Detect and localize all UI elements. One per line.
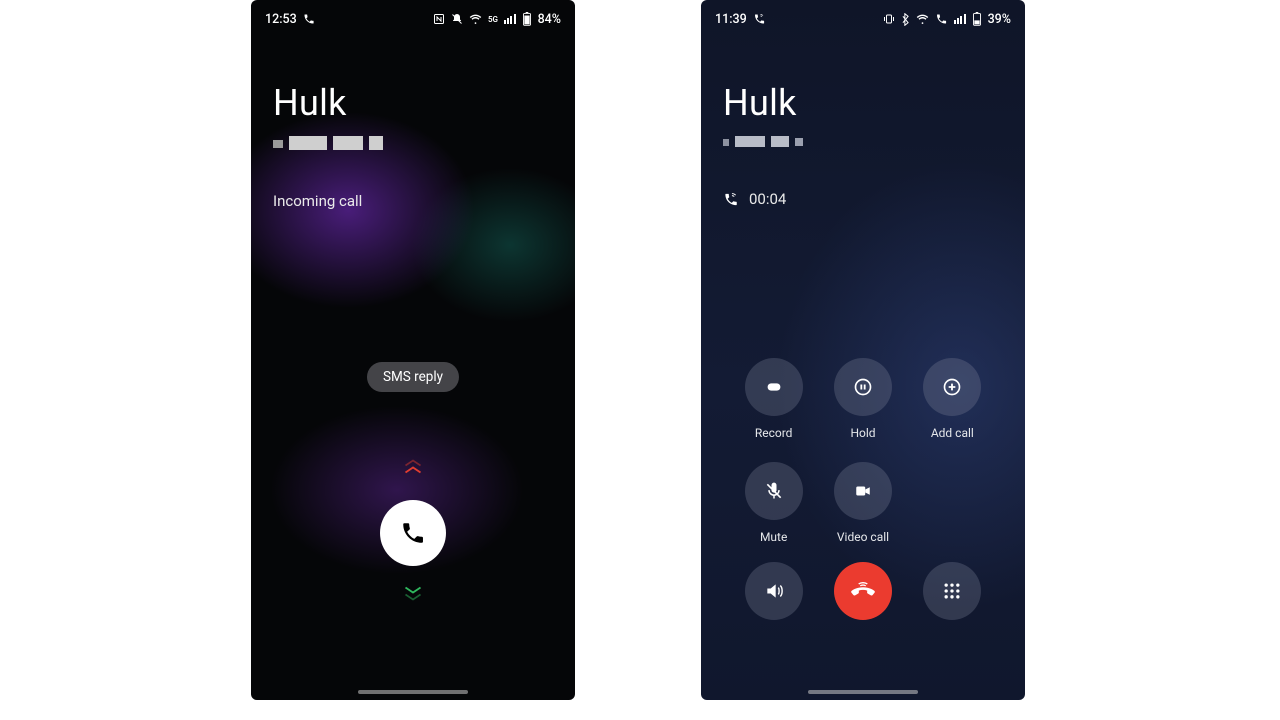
caller-name: Hulk	[723, 82, 803, 124]
wifi-calling-icon	[753, 13, 766, 25]
answer-call-button[interactable]	[380, 500, 446, 566]
caller-number-redacted	[723, 136, 803, 147]
call-duration: 00:04	[749, 190, 786, 208]
record-button[interactable]: Record	[745, 358, 803, 440]
signal-icon	[954, 14, 966, 24]
add-call-button[interactable]: Add call	[923, 358, 981, 440]
mute-button[interactable]: Mute	[745, 462, 803, 544]
gesture-bar[interactable]	[808, 690, 918, 694]
keypad-button[interactable]	[923, 562, 981, 620]
video-icon	[852, 482, 874, 500]
caller-number-redacted	[273, 136, 383, 150]
battery-percentage: 39%	[988, 12, 1011, 27]
status-time: 11:39	[715, 12, 747, 27]
swipe-down-indicator	[402, 585, 424, 602]
mute-notifications-icon	[451, 13, 463, 25]
end-call-button[interactable]	[834, 562, 892, 620]
bluetooth-icon	[901, 13, 910, 26]
network-label: 5G	[488, 15, 498, 24]
status-bar: 12:53 5G 84%	[251, 0, 575, 32]
mute-label: Mute	[760, 530, 787, 544]
call-duration-line: 00:04	[723, 190, 786, 208]
phone-icon	[400, 520, 426, 546]
record-label: Record	[755, 426, 793, 440]
add-call-label: Add call	[931, 426, 974, 440]
battery-icon	[972, 12, 982, 26]
caller-name: Hulk	[273, 82, 383, 124]
volte-icon	[935, 13, 948, 25]
wifi-calling-icon	[723, 192, 739, 207]
sms-reply-button[interactable]: SMS reply	[367, 362, 459, 392]
status-time: 12:53	[265, 12, 297, 27]
speaker-button[interactable]	[745, 562, 803, 620]
swipe-up-indicator	[402, 458, 424, 475]
battery-percentage: 84%	[538, 12, 561, 27]
wifi-icon	[469, 13, 482, 25]
speaker-icon	[763, 581, 785, 601]
nfc-icon	[433, 13, 445, 25]
vibrate-icon	[883, 13, 895, 25]
phone-screen-incoming-call: 12:53 5G 84% Hulk	[251, 0, 575, 700]
mic-off-icon	[764, 480, 784, 502]
phone-screen-active-call: 11:39 39% Hulk	[701, 0, 1025, 700]
status-bar: 11:39 39%	[701, 0, 1025, 32]
record-icon	[763, 376, 785, 398]
video-call-label: Video call	[837, 530, 889, 544]
gesture-bar[interactable]	[358, 690, 468, 694]
video-call-button[interactable]: Video call	[834, 462, 892, 544]
pause-icon	[853, 377, 873, 397]
caller-info: Hulk	[273, 82, 383, 150]
keypad-icon	[942, 581, 962, 601]
hold-button[interactable]: Hold	[834, 358, 892, 440]
phone-icon	[303, 13, 315, 25]
hang-up-icon	[848, 578, 878, 604]
wifi-icon	[916, 13, 929, 25]
call-state: Incoming call	[273, 192, 362, 210]
battery-icon	[522, 12, 532, 26]
plus-icon	[942, 377, 962, 397]
caller-info: Hulk	[723, 82, 803, 147]
signal-icon	[504, 14, 516, 24]
hold-label: Hold	[850, 426, 875, 440]
